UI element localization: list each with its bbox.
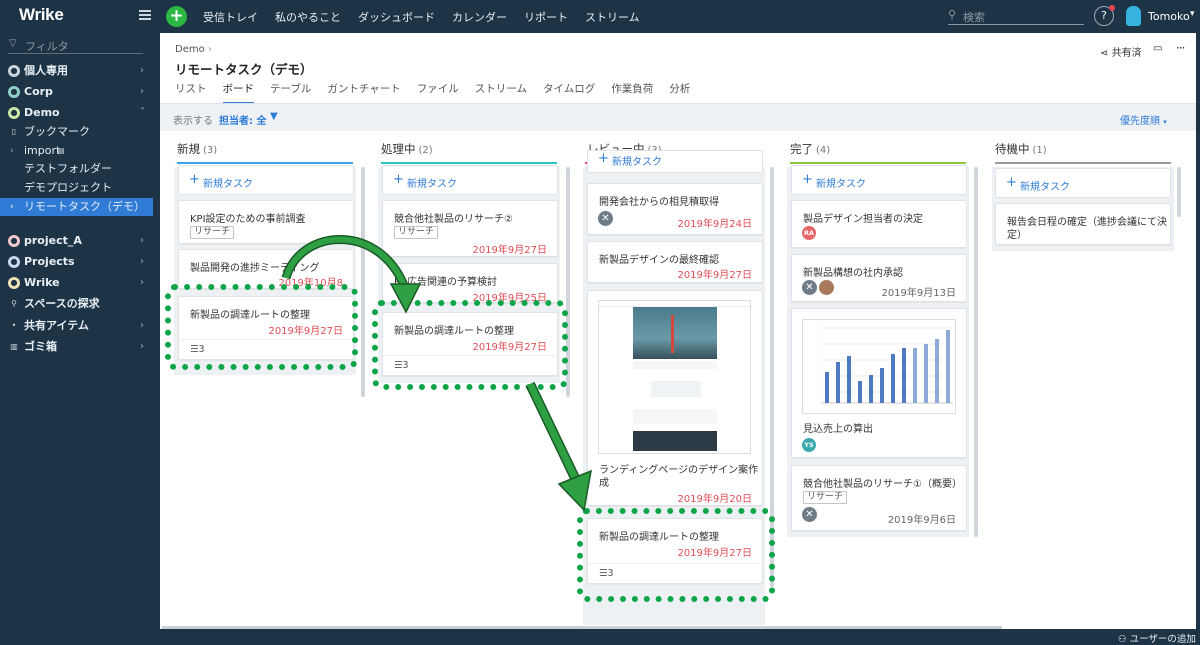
add-user-link[interactable]: ⚇ ユーザーの追加 bbox=[1118, 631, 1196, 645]
add-user-icon: ⚇ bbox=[1118, 634, 1127, 645]
annotation-arrows bbox=[281, 235, 592, 512]
board-horizontal-scrollbar[interactable] bbox=[162, 626, 1002, 629]
